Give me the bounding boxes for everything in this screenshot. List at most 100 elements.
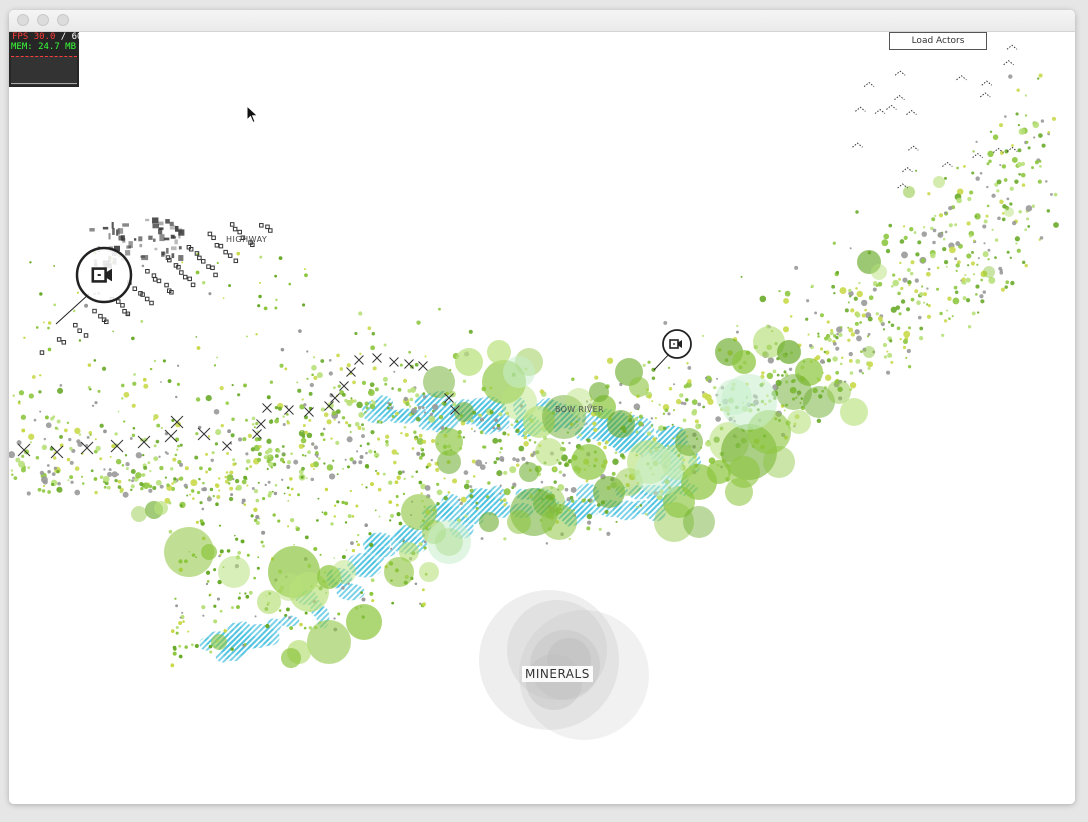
vegetation-dot: [1025, 140, 1029, 144]
vegetation-dot: [1040, 119, 1045, 123]
vegetation-dot: [68, 437, 72, 442]
vegetation-dot: [1006, 197, 1010, 201]
vegetation-dot: [831, 284, 836, 289]
vegetation-dot: [991, 193, 996, 198]
vegetation-dot: [205, 470, 209, 474]
vegetation-dot: [206, 580, 210, 583]
vegetation-dot: [977, 257, 980, 260]
vegetation-dot: [701, 390, 705, 394]
vegetation-dot: [274, 274, 278, 278]
highway-chevron: [1006, 44, 1018, 50]
vegetation-dot: [1046, 209, 1050, 213]
vegetation-dot: [267, 493, 272, 498]
vegetation-dot: [668, 387, 673, 391]
vegetation-dot: [1011, 156, 1018, 163]
vegetation-dot: [882, 342, 888, 348]
vegetation-dot: [259, 281, 262, 284]
vegetation-dot: [936, 266, 940, 270]
vegetation-dot: [914, 289, 919, 294]
vegetation-dot: [257, 304, 261, 308]
vegetation-dot: [301, 434, 306, 439]
minimize-window-button[interactable]: [37, 14, 49, 26]
vegetation-bubble: [707, 460, 731, 484]
vegetation-dot: [402, 378, 408, 383]
vegetation-dot: [241, 479, 247, 485]
vegetation-dot: [47, 490, 51, 494]
vegetation-halo: [635, 448, 683, 496]
vegetation-dot: [832, 241, 836, 245]
vegetation-dot: [389, 519, 392, 522]
vegetation-dot: [853, 296, 858, 301]
vegetation-dot: [926, 314, 932, 319]
vegetation-dot: [778, 289, 781, 293]
vegetation-dot: [1001, 164, 1007, 169]
vegetation-dot: [191, 489, 195, 493]
vegetation-dot: [282, 461, 286, 464]
vegetation-dot: [855, 287, 858, 290]
vegetation-dot: [219, 609, 223, 613]
vegetation-dot: [855, 312, 861, 318]
vegetation-dot: [914, 278, 919, 283]
vegetation-dot: [303, 415, 308, 420]
vegetation-dot: [251, 416, 256, 421]
vegetation-dot: [232, 462, 236, 467]
vegetation-dot: [829, 331, 834, 336]
camera-marker: [653, 329, 692, 371]
vegetation-dot: [312, 468, 315, 470]
vegetation-dot: [418, 542, 423, 547]
vegetation-dot: [160, 426, 163, 430]
close-window-button[interactable]: [17, 14, 29, 26]
vegetation-dot: [207, 467, 212, 471]
vegetation-dot: [918, 336, 924, 341]
vegetation-dot: [396, 512, 401, 517]
visualization-canvas[interactable]: FPS 30.0 / 60 MEM: 24.7 MB Load Actors H…: [9, 32, 1075, 804]
load-actors-button[interactable]: Load Actors: [889, 32, 987, 50]
vegetation-dot: [975, 176, 980, 181]
vegetation-dot: [57, 481, 61, 486]
vegetation-dot: [45, 422, 52, 429]
vegetation-dot: [397, 387, 402, 392]
highway-square: [152, 277, 158, 282]
vegetation-dot: [253, 488, 259, 494]
vegetation-dot: [255, 520, 260, 525]
vegetation-dot: [266, 438, 272, 444]
vegetation-dot: [1009, 256, 1012, 260]
vegetation-dot: [423, 540, 427, 544]
vegetation-dot: [364, 401, 369, 406]
vegetation-dot: [39, 410, 42, 413]
highway-square: [120, 303, 125, 308]
vegetation-dot: [322, 427, 326, 431]
highway-block: [133, 238, 137, 241]
vegetation-dot: [867, 361, 874, 368]
vegetation-dot: [242, 437, 247, 442]
highway-block: [118, 235, 124, 241]
vegetation-dot: [832, 356, 838, 362]
highway-cross: [354, 355, 364, 365]
vegetation-dot: [257, 452, 262, 457]
vegetation-dot: [295, 526, 298, 529]
vegetation-dot: [272, 513, 276, 517]
vegetation-dot: [195, 336, 198, 338]
highway-cross: [372, 353, 382, 363]
vegetation-dot: [41, 444, 48, 451]
vegetation-dot: [56, 427, 59, 431]
vegetation-dot: [971, 250, 974, 254]
highway-cross: [197, 427, 211, 441]
vegetation-dot: [856, 290, 863, 298]
vegetation-dot: [658, 403, 661, 407]
vegetation-dot: [91, 404, 95, 407]
vegetation-dot: [955, 263, 960, 268]
zoom-window-button[interactable]: [57, 14, 69, 26]
vegetation-dot: [1010, 280, 1015, 286]
vegetation-dot: [1033, 136, 1036, 139]
vegetation-dot: [38, 390, 42, 394]
app-window: FPS 30.0 / 60 MEM: 24.7 MB Load Actors H…: [9, 10, 1075, 804]
vegetation-dot: [955, 269, 958, 272]
vegetation-dot: [889, 339, 893, 343]
vegetation-dot: [312, 356, 316, 359]
highway-block: [174, 239, 178, 245]
map-visualization[interactable]: [9, 32, 1075, 804]
minerals-label[interactable]: MINERALS: [522, 666, 593, 682]
vegetation-dot: [452, 402, 457, 407]
vegetation-dot: [153, 414, 157, 417]
